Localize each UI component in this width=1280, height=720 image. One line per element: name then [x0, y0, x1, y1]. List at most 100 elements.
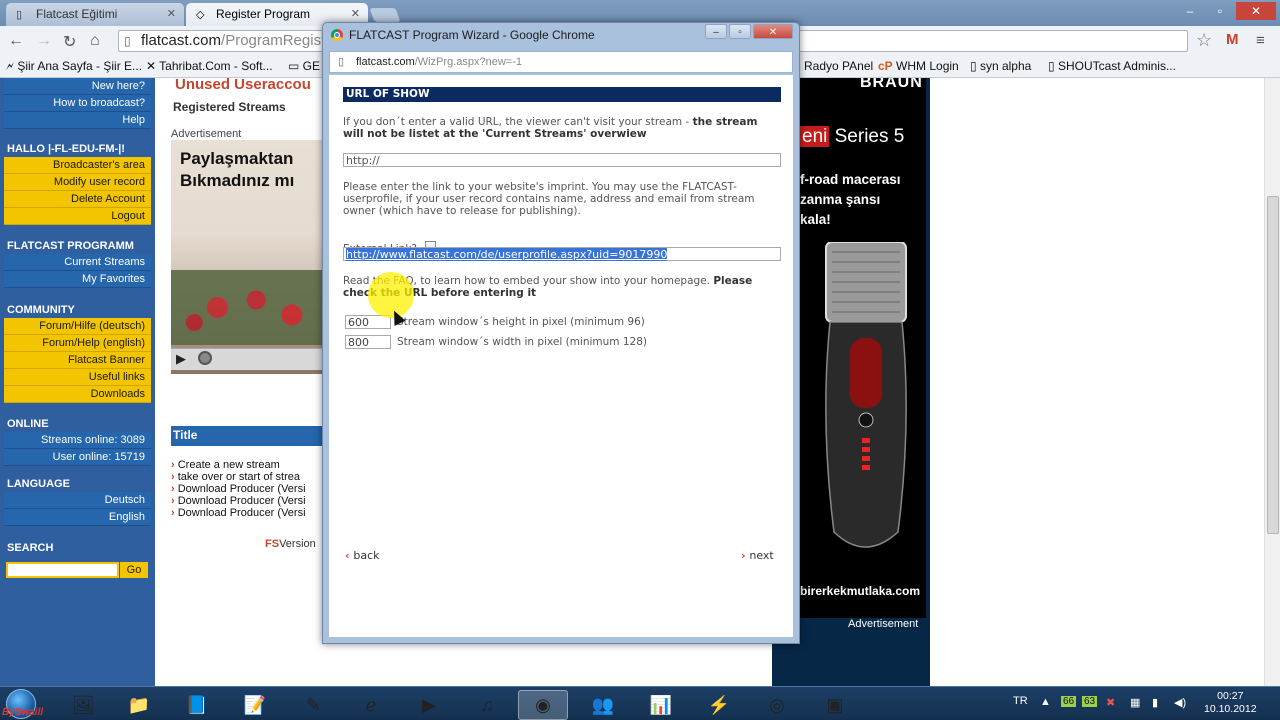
width-label: Stream window´s width in pixel (minimum … — [397, 336, 648, 348]
close-icon[interactable]: ✕ — [753, 24, 793, 39]
nav-english[interactable]: English — [4, 509, 151, 526]
nav-forum-deutsch[interactable]: Forum/Hilfe (deutsch) — [4, 318, 151, 335]
reload-icon[interactable]: ↻ — [63, 32, 76, 52]
nav-how-to-broadcast[interactable]: How to broadcast? — [4, 95, 151, 112]
search-go-button[interactable]: Go — [120, 562, 148, 578]
new-tab-button[interactable] — [369, 8, 401, 22]
close-tab-icon[interactable]: ✕ — [351, 7, 360, 20]
messenger-icon[interactable]: 👥 — [578, 690, 628, 720]
nav-delete-account[interactable]: Delete Account — [4, 191, 151, 208]
search-input[interactable] — [6, 562, 119, 578]
title-column-header: Title — [171, 426, 326, 446]
nav-modify-user-record[interactable]: Modify user record — [4, 174, 151, 191]
battery-icon[interactable]: ▮ — [1152, 696, 1158, 709]
media-player-icon[interactable]: ▶ — [404, 690, 454, 720]
system-clock[interactable]: 00:27 10.10.2012 — [1204, 690, 1257, 716]
close-tab-icon[interactable]: ✕ — [167, 7, 176, 20]
back-arrow-icon[interactable]: ← — [8, 32, 24, 50]
bookmark-tahribat[interactable]: ✕ Tahribat.Com - Soft... — [146, 59, 273, 73]
bookmark-label: GE — [302, 59, 321, 73]
top-links: New here? How to broadcast? Help — [4, 78, 151, 129]
back-button[interactable]: back — [345, 549, 379, 562]
popup-window-controls: – ▫ ✕ — [705, 24, 793, 39]
forward-arrow-icon[interactable]: → — [36, 32, 52, 50]
nav-logout[interactable]: Logout — [4, 208, 151, 225]
imprint-url-input[interactable]: http://www.flatcast.com/de/userprofile.a… — [343, 247, 781, 261]
online-heading: ONLINE — [7, 418, 49, 430]
tray-counter[interactable]: 66 — [1061, 696, 1077, 707]
show-url-input[interactable]: http:// — [343, 153, 781, 167]
bookmark-radyo-panel[interactable]: Radyo PAnel — [804, 59, 873, 73]
registered-streams-heading: Registered Streams — [173, 100, 286, 114]
tab-flatcast-egitimi[interactable]: ▯ Flatcast Eğitimi ✕ — [6, 3, 184, 26]
disc-icon[interactable]: ◎ — [752, 690, 802, 720]
terminal-icon[interactable]: ▣ — [810, 690, 860, 720]
nav-flatcast-banner[interactable]: Flatcast Banner — [4, 352, 151, 369]
network-warning-icon[interactable]: ✖ — [1106, 696, 1115, 709]
series-prefix: eni — [800, 126, 830, 147]
bookmark-siir[interactable]: 🗲 Şiir Ana Sayfa - Şiir E... — [6, 59, 142, 74]
nav-forum-english[interactable]: Forum/Help (english) — [4, 335, 151, 352]
bookmark-whm-login[interactable]: cP WHM Login — [878, 59, 959, 73]
minimize-icon[interactable]: – — [705, 24, 727, 39]
minimize-icon[interactable]: – — [1176, 2, 1204, 20]
bookmark-label: WHM Login — [896, 59, 959, 73]
notepad-icon[interactable]: 📘 — [172, 690, 222, 720]
close-icon[interactable]: ✕ — [1236, 2, 1276, 20]
gmail-icon[interactable]: M — [1226, 31, 1239, 48]
imprint-text: Please enter the link to your website's … — [343, 181, 755, 217]
bookmark-shoutcast[interactable]: ▯ SHOUTcast Adminis... — [1048, 59, 1176, 73]
search-heading: SEARCH — [7, 542, 54, 554]
network-icon[interactable]: ▦ — [1130, 696, 1140, 709]
series-rest: Series 5 — [829, 126, 905, 147]
input-language[interactable]: TR — [1013, 695, 1028, 707]
png-app-icon[interactable]: 🖼 — [58, 690, 108, 720]
chrome-taskbar-icon[interactable]: ◉ — [518, 690, 568, 720]
video-advertisement[interactable]: Paylaşmaktan Bıkmadınız mı — [171, 140, 326, 374]
spreadsheet-icon[interactable]: 📊 — [636, 690, 686, 720]
maximize-icon[interactable]: ▫ — [1206, 2, 1234, 20]
popup-address-bar[interactable]: ▯ flatcast.com/WizPrg.aspx?new=-1 — [329, 51, 793, 73]
scrollbar-thumb[interactable] — [1267, 196, 1279, 534]
nav-useful-links[interactable]: Useful links — [4, 369, 151, 386]
nav-new-here[interactable]: New here? — [4, 78, 151, 95]
address-path: /ProgramRegiste — [221, 32, 334, 49]
nav-current-streams[interactable]: Current Streams — [4, 254, 151, 271]
volume-icon[interactable]: ◀) — [1174, 696, 1186, 709]
bookmark-ge[interactable]: ▭ GE — [288, 59, 320, 73]
home-icon[interactable]: ⌂ — [90, 32, 100, 50]
tray-arrow-icon[interactable]: ▲ — [1040, 696, 1051, 708]
internet-explorer-icon[interactable]: ℯ — [346, 690, 396, 720]
app-icon[interactable]: ✎ — [288, 690, 338, 720]
explorer-icon[interactable]: 📁 — [114, 690, 164, 720]
series-heading: eni Series 5 — [800, 126, 904, 148]
bookmark-syn-alpha[interactable]: ▯ syn alpha — [970, 59, 1031, 73]
section-title: URL OF SHOW — [343, 87, 781, 102]
version-text: Version — [279, 538, 316, 550]
winamp-icon[interactable]: ⚡ — [694, 690, 744, 720]
documents-icon[interactable]: 📝 — [230, 690, 280, 720]
music-icon[interactable]: ♫ — [462, 690, 512, 720]
list-item[interactable]: Download Producer (Versi — [171, 483, 326, 495]
page-scrollbar[interactable] — [1264, 78, 1280, 686]
next-button[interactable]: next — [741, 549, 773, 562]
nav-broadcasters-area[interactable]: Broadcaster's area — [4, 157, 151, 174]
nav-downloads[interactable]: Downloads — [4, 386, 151, 403]
nav-help[interactable]: Help — [4, 112, 151, 129]
list-item[interactable]: Download Producer (Versi — [171, 507, 326, 519]
nav-my-favorites[interactable]: My Favorites — [4, 271, 151, 288]
menu-icon[interactable]: ≡ — [1256, 32, 1265, 49]
video-controls: ▶ — [171, 348, 326, 370]
list-item[interactable]: Download Producer (Versi — [171, 495, 326, 507]
width-input[interactable]: 800 — [345, 335, 391, 349]
bookmark-star-icon[interactable]: ☆ — [1196, 30, 1212, 51]
nav-deutsch[interactable]: Deutsch — [4, 492, 151, 509]
bookmark-label: Şiir Ana Sayfa - Şiir E... — [17, 59, 143, 73]
tray-counter[interactable]: 63 — [1082, 696, 1098, 707]
list-item[interactable]: Create a new stream — [171, 459, 326, 471]
braun-advertisement[interactable]: BRAUN eni Series 5 f-road macerası zanma… — [800, 78, 926, 618]
seek-handle[interactable] — [198, 351, 212, 365]
maximize-icon[interactable]: ▫ — [729, 24, 751, 39]
play-icon[interactable]: ▶ — [176, 351, 186, 367]
list-item[interactable]: take over or start of strea — [171, 471, 326, 483]
